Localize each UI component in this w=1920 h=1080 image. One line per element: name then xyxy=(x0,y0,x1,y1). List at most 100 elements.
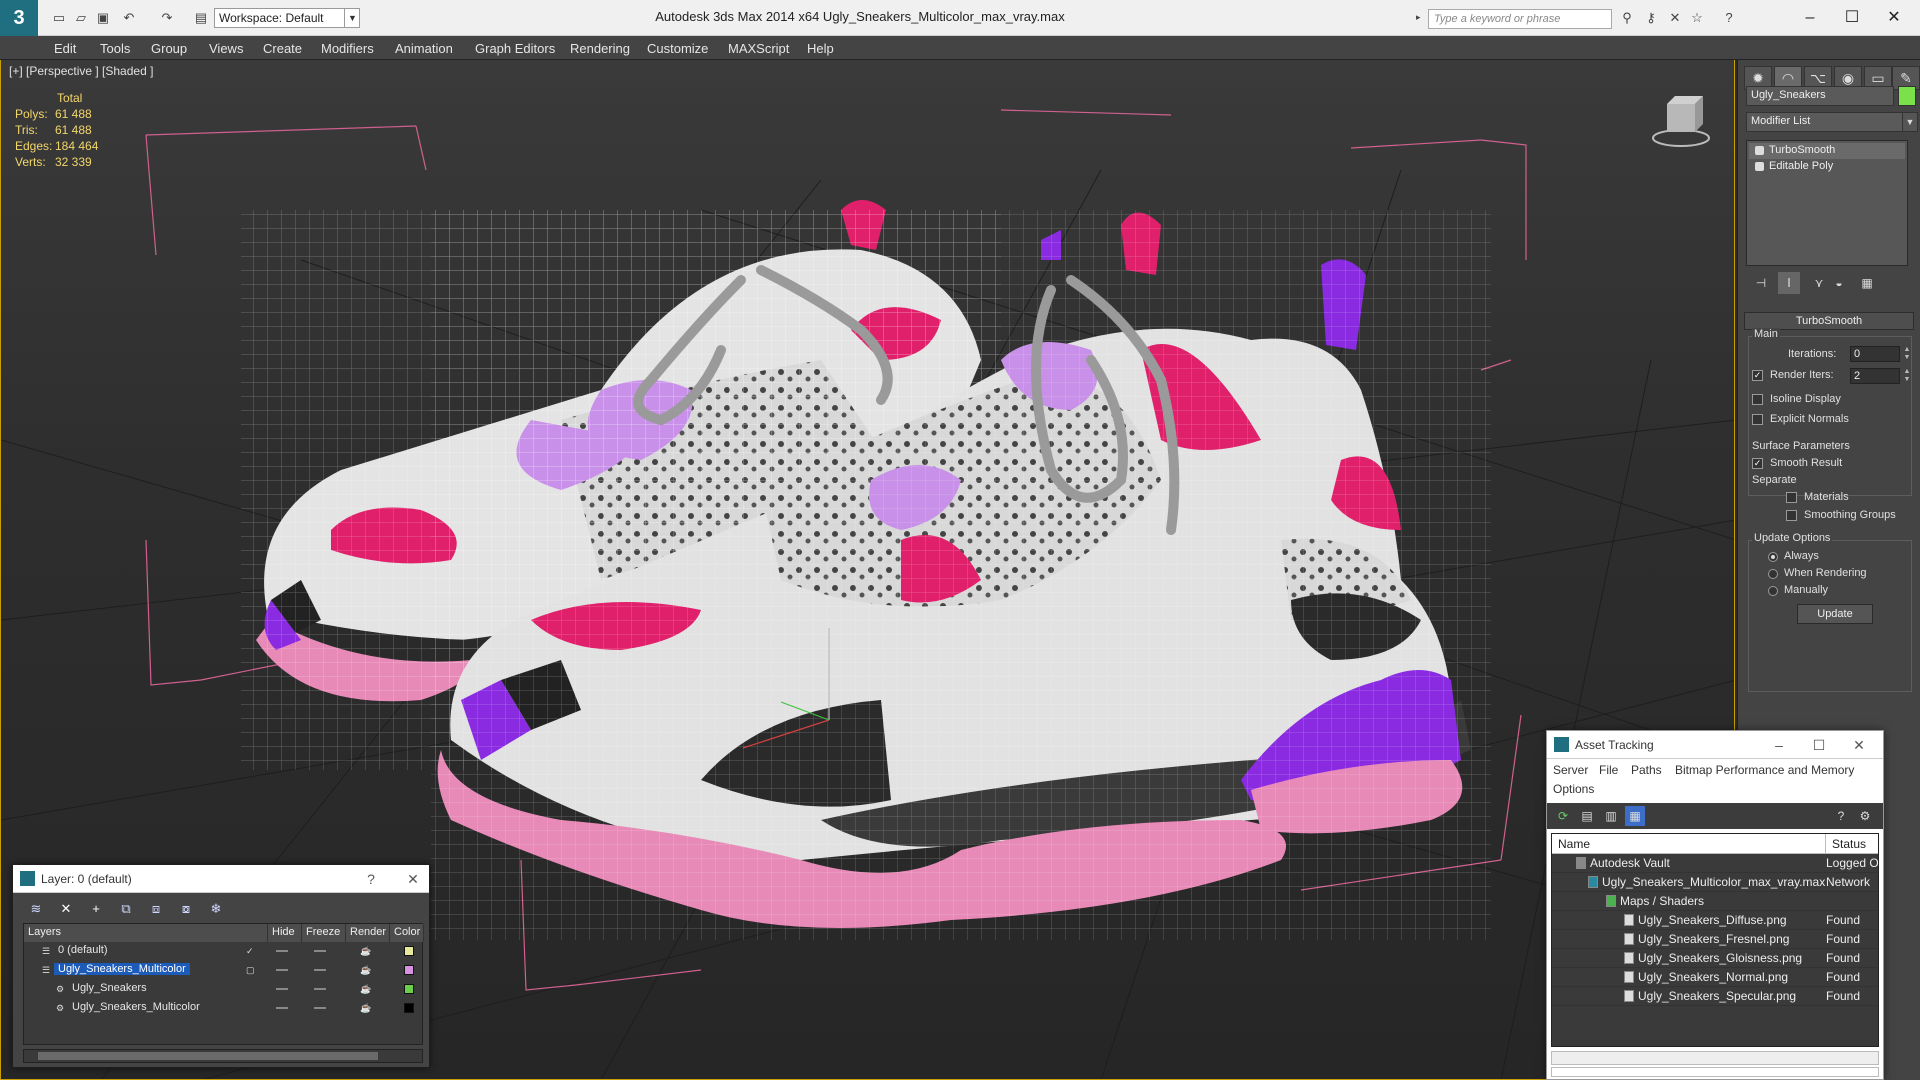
list-view-icon[interactable]: ▤ xyxy=(1577,806,1597,826)
col-render[interactable]: Render xyxy=(346,924,390,942)
freeze-all-icon[interactable]: ❄ xyxy=(205,899,227,919)
layer-color-swatch[interactable] xyxy=(404,965,414,975)
redo-icon[interactable]: ↷ xyxy=(158,9,176,27)
refresh-icon[interactable]: ⟳ xyxy=(1553,806,1573,826)
render-teapot-icon[interactable]: ☕ xyxy=(360,965,371,975)
close-button[interactable]: ✕ xyxy=(1874,4,1914,32)
explicit-normals-checkbox[interactable] xyxy=(1752,414,1763,425)
spinner-arrows-icon[interactable]: ▲ ▼ xyxy=(1902,346,1912,362)
save-icon[interactable]: ▣ xyxy=(94,9,112,27)
asset-row[interactable]: Ugly_Sneakers_Diffuse.png Found xyxy=(1552,911,1878,930)
viewcube[interactable] xyxy=(1651,92,1711,152)
smooth-result-checkbox[interactable]: ✓ xyxy=(1752,458,1763,469)
menu-maxscript[interactable]: MAXScript xyxy=(728,41,789,56)
asset-row[interactable]: Ugly_Sneakers_Multicolor_max_vray.max Ne… xyxy=(1552,873,1878,892)
help-icon[interactable]: ? xyxy=(1720,9,1738,27)
undo-icon[interactable]: ↶ xyxy=(120,9,138,27)
grid-view-icon[interactable]: ▦ xyxy=(1625,806,1645,826)
menu-modifiers[interactable]: Modifiers xyxy=(321,41,374,56)
layer-row[interactable]: ☰ 0 (default) ✓ ☕ xyxy=(24,942,422,961)
stack-item-turbosmooth[interactable]: TurboSmooth xyxy=(1749,143,1905,159)
asset-window-titlebar[interactable]: Asset Tracking – ☐ ✕ xyxy=(1547,731,1883,759)
menu-tools[interactable]: Tools xyxy=(100,41,130,56)
render-iters-spinner[interactable]: 2 xyxy=(1850,368,1900,384)
remove-modifier-icon[interactable]: ◒ xyxy=(1828,272,1850,294)
stack-item-editable-poly[interactable]: Editable Poly xyxy=(1749,159,1905,175)
active-layer-check-icon[interactable]: ✓ xyxy=(246,946,256,956)
lightbulb-icon[interactable] xyxy=(1755,146,1764,155)
layer-row[interactable]: ⚙ Ugly_Sneakers_Multicolor ☕ xyxy=(24,999,422,1018)
menu-customize[interactable]: Customize xyxy=(647,41,708,56)
freeze-toggle[interactable] xyxy=(314,950,326,952)
menu-views[interactable]: Views xyxy=(209,41,243,56)
freeze-toggle[interactable] xyxy=(314,969,326,971)
when-rendering-radio[interactable] xyxy=(1768,569,1778,579)
smoothing-groups-checkbox[interactable] xyxy=(1786,510,1797,521)
maximize-button[interactable]: ☐ xyxy=(1832,4,1872,32)
scrollbar-thumb[interactable] xyxy=(38,1052,378,1060)
asset-row[interactable]: Ugly_Sneakers_Specular.png Found xyxy=(1552,987,1878,1006)
col-color[interactable]: Color xyxy=(390,924,424,942)
asset-row[interactable]: Maps / Shaders xyxy=(1552,892,1878,911)
workspace-dropdown[interactable]: Workspace: Default xyxy=(214,8,360,28)
render-teapot-icon[interactable]: ☕ xyxy=(360,1003,371,1013)
layer-window-titlebar[interactable]: Layer: 0 (default) ? ✕ xyxy=(13,865,429,893)
hide-toggle[interactable] xyxy=(276,988,288,990)
col-hide[interactable]: Hide xyxy=(268,924,302,942)
manually-radio[interactable] xyxy=(1768,586,1778,596)
always-radio[interactable] xyxy=(1768,552,1778,562)
minimize-icon[interactable]: – xyxy=(1769,735,1789,755)
menu-help[interactable]: Help xyxy=(807,41,834,56)
add-selection-icon[interactable]: ▢ xyxy=(246,965,256,975)
col-freeze[interactable]: Freeze xyxy=(302,924,346,942)
binoculars-icon[interactable]: ⚲ xyxy=(1618,9,1636,27)
asset-row[interactable]: Ugly_Sneakers_Fresnel.png Found xyxy=(1552,930,1878,949)
maximize-icon[interactable]: ☐ xyxy=(1809,735,1829,755)
pin-stack-icon[interactable]: ⊣ xyxy=(1750,272,1772,294)
render-iters-checkbox[interactable]: ✓ xyxy=(1752,370,1763,381)
horizontal-scrollbar[interactable] xyxy=(1551,1051,1879,1065)
delete-layer-icon[interactable]: ✕ xyxy=(55,899,77,919)
chevron-down-icon[interactable]: ▼ xyxy=(344,8,360,28)
isoline-display-checkbox[interactable] xyxy=(1752,394,1763,405)
menu-graph-editors[interactable]: Graph Editors xyxy=(475,41,555,56)
favorites-star-icon[interactable]: ☆ xyxy=(1688,9,1706,27)
subscription-icon[interactable]: ⚷ xyxy=(1642,9,1660,27)
expand-plus-icon[interactable] xyxy=(1755,162,1764,171)
layer-row[interactable]: ☰ Ugly_Sneakers_Multicolor ▢ ☕ xyxy=(24,961,422,980)
menu-create[interactable]: Create xyxy=(263,41,302,56)
layer-color-swatch[interactable] xyxy=(404,946,414,956)
asset-row[interactable]: Ugly_Sneakers_Gloisness.png Found xyxy=(1552,949,1878,968)
materials-checkbox[interactable] xyxy=(1786,492,1797,503)
hide-toggle[interactable] xyxy=(276,1007,288,1009)
menu-options[interactable]: Options xyxy=(1553,782,1594,796)
table-view-icon[interactable]: ▥ xyxy=(1601,806,1621,826)
close-icon[interactable]: ✕ xyxy=(403,869,423,889)
menu-group[interactable]: Group xyxy=(151,41,187,56)
menu-animation[interactable]: Animation xyxy=(395,41,453,56)
menu-bitmap-performance[interactable]: Bitmap Performance and Memory xyxy=(1675,763,1854,777)
update-button[interactable]: Update xyxy=(1797,604,1873,624)
iterations-spinner[interactable]: 0 xyxy=(1850,346,1900,362)
col-name[interactable]: Name xyxy=(1552,834,1826,854)
layer-color-swatch[interactable] xyxy=(404,984,414,994)
menu-server[interactable]: Server xyxy=(1553,763,1588,777)
project-folder-icon[interactable]: ▤ xyxy=(192,9,210,27)
menu-file[interactable]: File xyxy=(1599,763,1618,777)
show-end-result-icon[interactable]: Ⅰ xyxy=(1778,272,1800,294)
highlight-layer-icon[interactable]: ⧈ xyxy=(145,899,167,919)
asset-row[interactable]: Autodesk Vault Logged O xyxy=(1552,854,1878,873)
render-teapot-icon[interactable]: ☕ xyxy=(360,946,371,956)
col-layers[interactable]: Layers xyxy=(24,924,268,942)
create-layer-icon[interactable]: ≋ xyxy=(25,899,47,919)
col-status[interactable]: Status xyxy=(1826,834,1878,854)
make-unique-icon[interactable]: ⋎ xyxy=(1808,272,1830,294)
freeze-toggle[interactable] xyxy=(314,1007,326,1009)
communication-icon[interactable]: ✕ xyxy=(1666,9,1684,27)
select-objects-icon[interactable]: ⧉ xyxy=(115,899,137,919)
object-name-field[interactable]: Ugly_Sneakers xyxy=(1746,86,1894,106)
object-color-swatch[interactable] xyxy=(1898,86,1916,106)
render-teapot-icon[interactable]: ☕ xyxy=(360,984,371,994)
hide-all-icon[interactable]: ⧇ xyxy=(175,899,197,919)
asset-row[interactable]: Ugly_Sneakers_Normal.png Found xyxy=(1552,968,1878,987)
